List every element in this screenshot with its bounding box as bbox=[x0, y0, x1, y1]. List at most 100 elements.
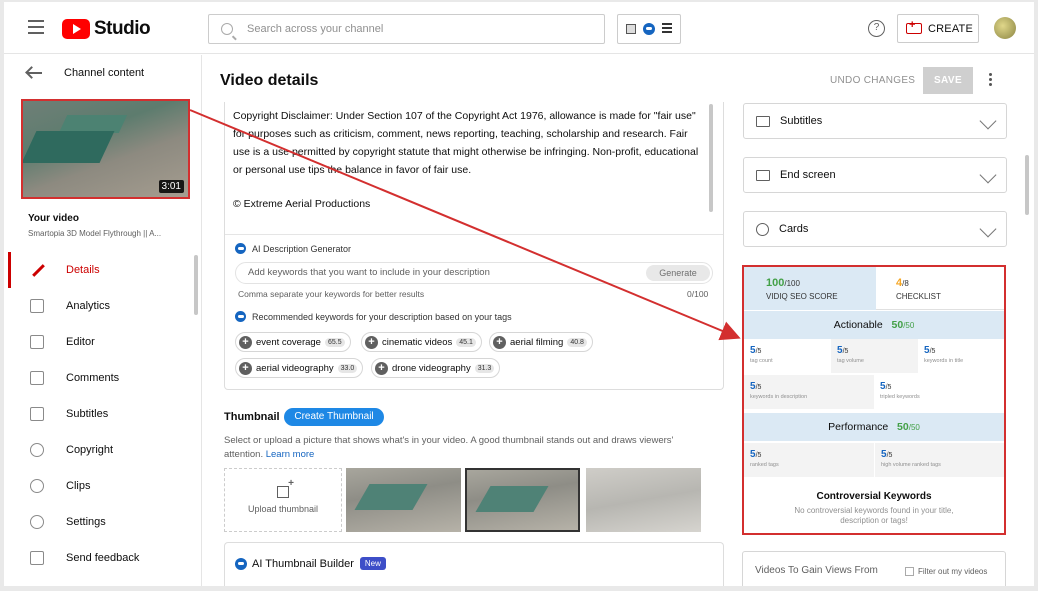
learn-more-link[interactable]: Learn more bbox=[266, 449, 315, 460]
sidebar-item-subtitles[interactable]: Subtitles bbox=[4, 396, 202, 432]
more-options-icon[interactable] bbox=[989, 73, 992, 88]
metric-max: /5 bbox=[755, 384, 762, 391]
create-label: CREATE bbox=[928, 22, 974, 35]
cards-card[interactable]: Cards bbox=[743, 211, 1007, 247]
metric-label: high volume ranked tags bbox=[881, 462, 941, 468]
chip-score: 33.0 bbox=[337, 363, 358, 373]
checklist-label: CHECKLIST bbox=[896, 292, 941, 301]
metric-cell: 5/5 keywords in title bbox=[918, 339, 1004, 373]
vidiq-icon[interactable] bbox=[643, 23, 655, 35]
vidiq-icon bbox=[235, 243, 246, 254]
studio-logo[interactable]: Studio bbox=[62, 17, 151, 41]
pencil-icon bbox=[30, 263, 44, 277]
back-to-channel-content[interactable]: Channel content bbox=[28, 67, 144, 79]
main-scrollbar[interactable] bbox=[1025, 155, 1029, 215]
tab-checklist[interactable]: 4/8 CHECKLIST bbox=[876, 267, 1004, 310]
checklist-max: /8 bbox=[902, 279, 909, 288]
checkbox-icon[interactable] bbox=[905, 567, 914, 576]
sidebar-item-copyright[interactable]: Copyright bbox=[4, 432, 202, 468]
create-thumbnail-button[interactable]: Create Thumbnail bbox=[284, 408, 384, 426]
extension-toolbar[interactable] bbox=[617, 14, 681, 44]
controversial-keywords: Controversial Keywords No controversial … bbox=[744, 485, 1004, 533]
create-video-icon bbox=[906, 19, 922, 34]
sidebar-item-settings[interactable]: Settings bbox=[4, 504, 202, 540]
keywords-help: Comma separate your keywords for better … bbox=[238, 289, 425, 299]
keyword-chip[interactable]: + aerial videography 33.0 bbox=[235, 358, 364, 378]
performance-max: /50 bbox=[908, 423, 920, 432]
save-button[interactable]: SAVE bbox=[923, 67, 973, 94]
card-label: Subtitles bbox=[780, 115, 823, 127]
filter-checkbox[interactable]: Filter out my videos bbox=[905, 567, 987, 576]
ai-thumbnail-header[interactable]: AI Thumbnail Builder New bbox=[235, 557, 386, 570]
card-label: End screen bbox=[780, 169, 836, 181]
filter-label: Filter out my videos bbox=[918, 567, 988, 576]
sidebar-item-editor[interactable]: Editor bbox=[4, 324, 202, 360]
seo-score-label: VIDIQ SEO SCORE bbox=[766, 292, 838, 301]
sidebar-item-analytics[interactable]: Analytics bbox=[4, 288, 202, 324]
controversial-title: Controversial Keywords bbox=[816, 491, 932, 502]
ai-description-header: AI Description Generator bbox=[235, 243, 351, 254]
add-image-icon bbox=[277, 478, 294, 498]
keyword-chip[interactable]: + drone videography 31.3 bbox=[371, 358, 501, 378]
tab-seo-score[interactable]: 100/100 VIDIQ SEO SCORE bbox=[744, 267, 876, 310]
keywords-placeholder: Add keywords that you want to include in… bbox=[248, 267, 490, 278]
gear-icon bbox=[30, 515, 44, 529]
keywords-count: 0/100 bbox=[687, 289, 709, 299]
pencil-icon[interactable] bbox=[979, 112, 997, 130]
undo-changes-button[interactable]: UNDO CHANGES bbox=[830, 75, 915, 86]
sidebar-item-clips[interactable]: Clips bbox=[4, 468, 202, 504]
ai-thumbnail-title: AI Thumbnail Builder bbox=[252, 557, 354, 570]
thumbnail-water bbox=[23, 131, 115, 163]
sidebar-item-send-feedback[interactable]: Send feedback bbox=[4, 540, 202, 576]
end-screen-card[interactable]: End screen bbox=[743, 157, 1007, 193]
description-scrollbar[interactable] bbox=[709, 104, 713, 212]
video-thumbnail[interactable]: 3:01 bbox=[21, 99, 190, 199]
checklist-score: 4/8 bbox=[896, 277, 1004, 289]
performance-label: Performance bbox=[828, 421, 889, 433]
gain-title: Videos To Gain Views From bbox=[755, 565, 878, 576]
metric-max: /5 bbox=[842, 348, 849, 355]
keyword-chip[interactable]: + cinematic videos 45.1 bbox=[361, 332, 482, 352]
sidebar-item-label: Settings bbox=[66, 516, 106, 528]
pencil-icon[interactable] bbox=[979, 166, 997, 184]
seo-score-max: /100 bbox=[784, 279, 800, 288]
generate-button[interactable]: Generate bbox=[646, 265, 710, 281]
sidebar-item-label: Details bbox=[66, 264, 100, 276]
upload-thumbnail-button[interactable]: Upload thumbnail bbox=[224, 468, 342, 532]
actionable-score: 50 bbox=[891, 319, 904, 331]
back-arrow-icon bbox=[28, 72, 42, 74]
thumbnail-option[interactable] bbox=[346, 468, 461, 532]
seo-score-value: 100 bbox=[766, 277, 785, 289]
create-button[interactable]: CREATE bbox=[897, 14, 979, 43]
metric-label: tag volume bbox=[837, 358, 864, 364]
videos-to-gain-views: Videos To Gain Views From Filter out my … bbox=[742, 551, 1006, 586]
sidebar-scrollbar[interactable] bbox=[194, 255, 198, 315]
sidebar-item-comments[interactable]: Comments bbox=[4, 360, 202, 396]
thumbnail-option[interactable] bbox=[586, 468, 701, 532]
extension-square-icon[interactable] bbox=[626, 24, 636, 34]
recommended-title: Recommended keywords for your descriptio… bbox=[252, 311, 512, 322]
keywords-input[interactable]: Add keywords that you want to include in… bbox=[235, 262, 713, 284]
help-icon[interactable]: ? bbox=[868, 20, 885, 37]
menu-icon[interactable] bbox=[28, 20, 44, 34]
thumbnail-option-selected[interactable] bbox=[465, 468, 580, 532]
keyword-chip[interactable]: + event coverage 65.5 bbox=[235, 332, 351, 352]
performance-band: Performance 50/50 bbox=[744, 413, 1004, 441]
avatar[interactable] bbox=[994, 17, 1016, 39]
seo-score: 100/100 bbox=[766, 277, 876, 289]
card-label: Cards bbox=[779, 223, 809, 235]
subtitles-card[interactable]: Subtitles bbox=[743, 103, 1007, 139]
sidebar-item-details[interactable]: Details bbox=[4, 252, 202, 288]
pencil-icon[interactable] bbox=[979, 220, 997, 238]
description-field[interactable]: Copyright Disclaimer: Under Section 107 … bbox=[224, 102, 724, 390]
your-video-label: Your video bbox=[28, 213, 79, 224]
logo-text: Studio bbox=[94, 18, 151, 39]
metric-label: keywords in description bbox=[750, 394, 808, 400]
plus-icon: + bbox=[239, 335, 252, 349]
search-input[interactable]: Search across your channel bbox=[208, 14, 605, 44]
keyword-chip[interactable]: + aerial filming 40.8 bbox=[489, 332, 593, 352]
description-text[interactable]: Copyright Disclaimer: Under Section 107 … bbox=[233, 107, 703, 179]
chip-label: event coverage bbox=[256, 336, 321, 348]
sidebar-item-label: Subtitles bbox=[66, 408, 109, 420]
list-icon[interactable] bbox=[662, 23, 672, 35]
